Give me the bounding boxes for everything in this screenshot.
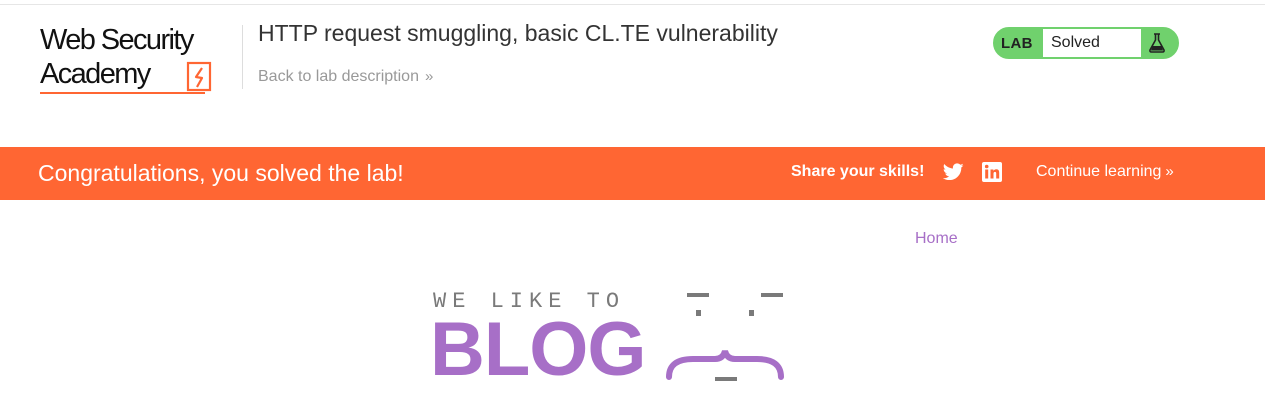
logo-bolt-icon (186, 61, 212, 92)
share-skills-label: Share your skills! (791, 163, 925, 180)
lab-status-value: Solved (1043, 29, 1141, 57)
solved-notification-banner: Congratulations, you solved the lab! Sha… (0, 147, 1265, 200)
flask-icon (1149, 33, 1165, 53)
lab-header: Web Security Academy HTTP request smuggl… (0, 0, 1265, 147)
logo-underline (40, 92, 205, 94)
linkedin-icon[interactable] (982, 162, 1002, 182)
header-divider (242, 25, 243, 89)
lab-status-widget: LAB Solved (993, 27, 1179, 59)
back-link-label: Back to lab description (258, 68, 419, 85)
double-chevron-right-icon: » (1165, 163, 1174, 180)
twitter-icon[interactable] (943, 162, 964, 182)
continue-learning-link[interactable]: Continue learning» (1036, 163, 1174, 181)
nav-home-link[interactable]: Home (915, 230, 958, 248)
logo-line-1: Web Security (40, 24, 194, 56)
congratulations-message: Congratulations, you solved the lab! (38, 160, 404, 186)
blog-face-graphic (666, 293, 784, 381)
blog-header-image: WE LIKE TO BLOG (430, 285, 790, 417)
continue-learning-label: Continue learning (1036, 163, 1162, 180)
back-to-lab-description-link[interactable]: Back to lab description » (258, 68, 434, 86)
blog-wordmark: BLOG (430, 307, 647, 392)
web-security-academy-logo[interactable]: Web Security Academy (40, 24, 240, 102)
double-chevron-right-icon: » (424, 68, 434, 85)
lab-status-label: LAB (1001, 35, 1033, 52)
logo-line-2: Academy (40, 58, 151, 90)
lab-title: HTTP request smuggling, basic CL.TE vuln… (258, 20, 778, 46)
